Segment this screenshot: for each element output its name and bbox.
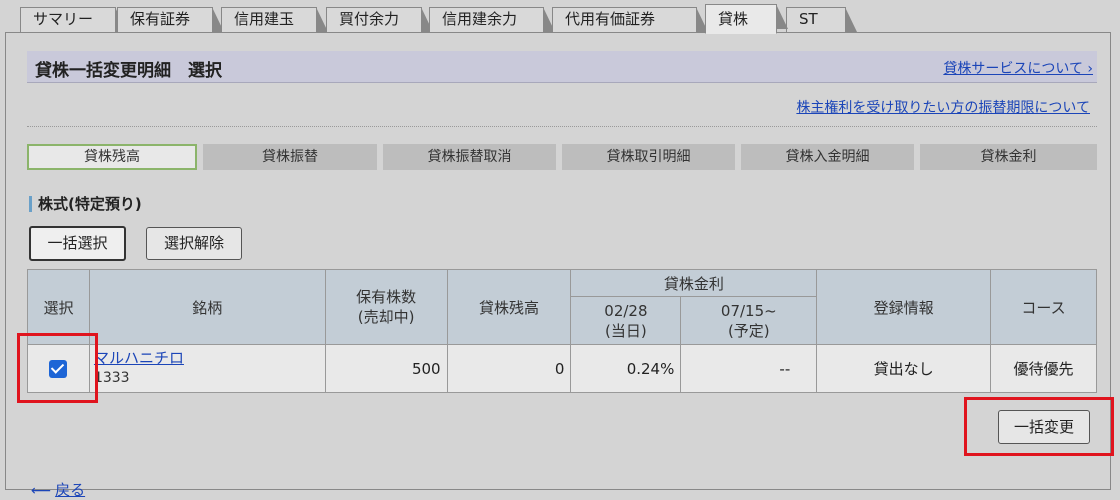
- subtab-transaction-detail[interactable]: 貸株取引明細: [562, 144, 735, 170]
- rate-current-cell: 0.24%: [570, 344, 682, 393]
- header-registration: 登録情報: [816, 269, 992, 345]
- tab-holdings[interactable]: 保有証券: [117, 7, 224, 32]
- lending-table: 選択 銘柄 保有株数 (売却中) 貸株残高 貸株金利 登録情報 コース 02/2…: [27, 269, 1097, 393]
- subtab-balance[interactable]: 貸株残高: [27, 144, 197, 170]
- tab-buying-power[interactable]: 買付余力: [326, 7, 433, 32]
- header-name: 銘柄: [88, 269, 326, 345]
- header-rate-next-sub: (予定): [727, 321, 770, 340]
- highlight-checkbox: [17, 333, 98, 403]
- table-row: マルハニチロ 1333 500 0 0.24% -- 貸出なし 優待優先: [27, 344, 1097, 393]
- tab-st[interactable]: ST: [786, 7, 857, 32]
- tab-bar: サマリー 保有証券 信用建玉 買付余力 信用建余力 代用有価証券 貸株 ST: [0, 0, 1120, 34]
- tab-margin-positions[interactable]: 信用建玉: [221, 7, 328, 32]
- header-rate-current: 02/28 (当日): [570, 296, 682, 345]
- tab-summary[interactable]: サマリー: [20, 7, 127, 32]
- header-shares-sub: (売却中): [357, 308, 415, 326]
- section-heading: 株式(特定預り): [29, 196, 142, 212]
- registration-cell: 貸出なし: [816, 344, 992, 393]
- back-link[interactable]: ⟵ 戻る: [31, 479, 85, 500]
- stock-code: 1333: [93, 370, 130, 386]
- course-cell: 優待優先: [990, 344, 1097, 393]
- tab-margin-capacity[interactable]: 信用建余力: [429, 7, 555, 32]
- header-course: コース: [990, 269, 1097, 345]
- subtab-interest-rate[interactable]: 貸株金利: [920, 144, 1097, 170]
- header-shares: 保有株数 (売却中): [324, 269, 448, 345]
- service-info-link[interactable]: 貸株サービスについて ›: [943, 58, 1093, 78]
- name-cell: マルハニチロ 1333: [88, 344, 326, 393]
- back-link-label: 戻る: [55, 481, 86, 499]
- content-panel: 貸株一括変更明細 選択 貸株サービスについて › 株主権利を受け取りたい方の振替…: [5, 32, 1111, 499]
- subtab-transfer-cancel[interactable]: 貸株振替取消: [383, 144, 556, 170]
- header-balance: 貸株残高: [446, 269, 572, 345]
- sub-navigation: 貸株残高 貸株振替 貸株振替取消 貸株取引明細 貸株入金明細 貸株金利: [27, 144, 1097, 170]
- header-rate-current-sub: (当日): [605, 321, 647, 340]
- header-rate-next: 07/15~ (予定): [680, 296, 818, 345]
- shares-cell: 500: [324, 344, 448, 393]
- subtab-deposit-detail[interactable]: 貸株入金明細: [741, 144, 914, 170]
- highlight-bulk-change: [964, 397, 1114, 456]
- rate-next-cell: --: [680, 344, 818, 393]
- clear-selection-button[interactable]: 選択解除: [146, 227, 242, 260]
- stock-name-link[interactable]: マルハニチロ: [94, 349, 184, 367]
- header-shares-label: 保有株数: [356, 288, 417, 306]
- subtab-transfer[interactable]: 貸株振替: [203, 144, 377, 170]
- header-rate-current-date: 02/28: [604, 301, 648, 320]
- bulk-select-button[interactable]: 一括選択: [29, 226, 126, 261]
- balance-cell: 0: [446, 344, 572, 393]
- tab-collateral-securities[interactable]: 代用有価証券: [552, 7, 708, 32]
- back-arrow-icon: ⟵: [31, 483, 52, 499]
- page-title: 貸株一括変更明細 選択: [35, 61, 222, 81]
- tab-stock-lending[interactable]: 貸株: [705, 4, 788, 34]
- divider: [27, 126, 1097, 127]
- shareholder-rights-link[interactable]: 株主権利を受け取りたい方の振替期限について: [796, 97, 1090, 117]
- header-rate: 貸株金利: [570, 269, 818, 297]
- title-bar: 貸株一括変更明細 選択 貸株サービスについて ›: [27, 51, 1097, 83]
- header-rate-next-date: 07/15~: [720, 301, 777, 320]
